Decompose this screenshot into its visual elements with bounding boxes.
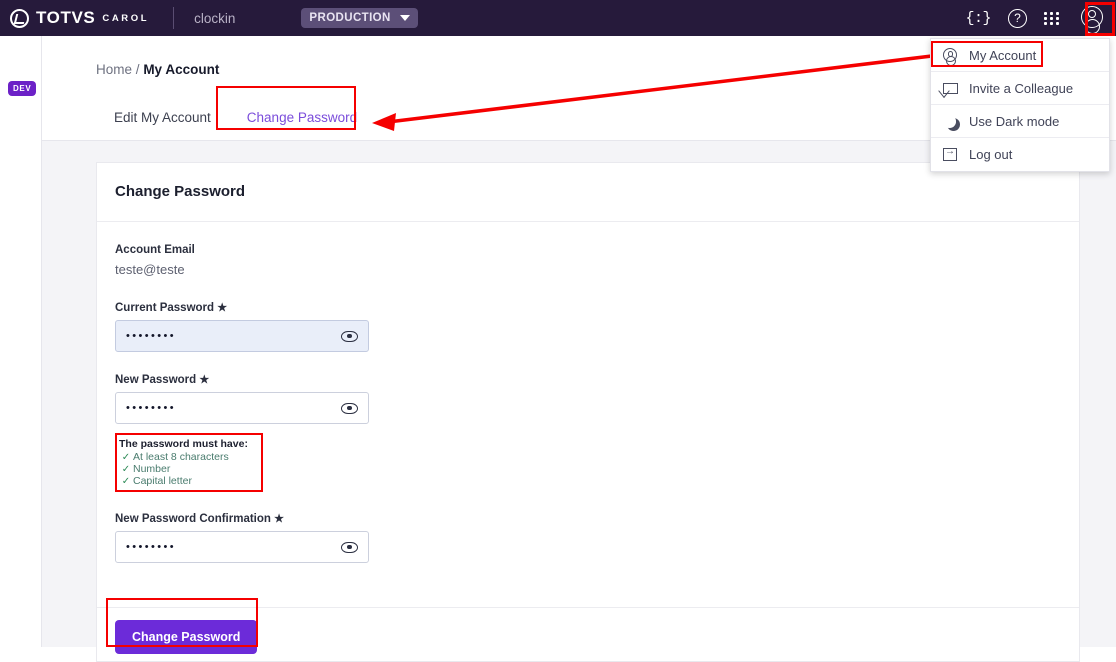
account-email-value: teste@teste bbox=[115, 262, 185, 277]
toggle-password-visibility-icon[interactable] bbox=[341, 402, 358, 414]
card-body: Account Email teste@teste Current Passwo… bbox=[97, 222, 1079, 563]
new-password-value: •••••••• bbox=[126, 402, 177, 414]
brand-subname: CAROL bbox=[102, 12, 150, 24]
current-password-label: Current Password ★ bbox=[115, 301, 1079, 314]
dev-environment-badge: DEV bbox=[8, 81, 37, 96]
check-icon: ✓ bbox=[121, 451, 131, 463]
moon-icon bbox=[943, 115, 967, 128]
menu-item-label: Invite a Colleague bbox=[969, 80, 1074, 96]
label-text: New Password bbox=[115, 374, 197, 386]
password-rule-label: At least 8 characters bbox=[133, 451, 229, 463]
label-text: Current Password bbox=[115, 302, 215, 314]
tab-edit-my-account[interactable]: Edit My Account bbox=[96, 96, 229, 139]
current-password-input[interactable]: •••••••• bbox=[115, 320, 369, 352]
password-rule-label: Capital letter bbox=[133, 475, 192, 487]
code-braces-icon[interactable]: {:} bbox=[965, 10, 991, 27]
new-password-confirmation-input[interactable]: •••••••• bbox=[115, 531, 369, 563]
chevron-down-icon bbox=[399, 15, 410, 21]
logout-icon bbox=[943, 146, 967, 161]
menu-item-dark-mode[interactable]: Use Dark mode bbox=[931, 105, 1109, 138]
toggle-password-visibility-icon[interactable] bbox=[341, 541, 358, 553]
help-icon[interactable]: ? bbox=[1008, 8, 1027, 28]
password-rule-label: Number bbox=[133, 463, 171, 475]
breadcrumb: Home / My Account bbox=[96, 62, 219, 77]
new-password-confirmation-value: •••••••• bbox=[126, 541, 177, 553]
new-password-label: New Password ★ bbox=[115, 373, 1079, 386]
label-text: New Password Confirmation bbox=[115, 513, 271, 525]
check-icon: ✓ bbox=[121, 463, 131, 475]
annotation-box-change-password-tab bbox=[216, 86, 356, 130]
account-email-label: Account Email bbox=[115, 244, 195, 256]
password-rule-item: ✓ Number bbox=[119, 463, 257, 475]
toggle-password-visibility-icon[interactable] bbox=[341, 330, 358, 342]
left-sidebar: DEV bbox=[0, 36, 42, 647]
new-password-confirmation-label: New Password Confirmation ★ bbox=[115, 512, 1079, 525]
envelope-icon bbox=[943, 82, 967, 94]
check-icon: ✓ bbox=[121, 475, 131, 487]
app-name-label: clockin bbox=[194, 10, 236, 26]
header-divider bbox=[173, 7, 175, 29]
password-requirements: The password must have: ✓ At least 8 cha… bbox=[115, 433, 263, 492]
required-star-icon: ★ bbox=[274, 513, 284, 525]
brand-name: TOTVS bbox=[36, 8, 96, 27]
password-rule-item: ✓ At least 8 characters bbox=[119, 451, 257, 463]
environment-selector[interactable]: PRODUCTION bbox=[301, 8, 418, 28]
password-rule-item: ✓ Capital letter bbox=[119, 475, 257, 487]
annotation-box-submit-button bbox=[106, 598, 258, 647]
change-password-card: Change Password Account Email teste@test… bbox=[96, 162, 1080, 662]
breadcrumb-parent[interactable]: Home bbox=[96, 62, 132, 77]
password-requirements-title: The password must have: bbox=[119, 438, 248, 450]
required-star-icon: ★ bbox=[217, 302, 228, 314]
annotation-box-avatar bbox=[1085, 2, 1115, 36]
environment-label: PRODUCTION bbox=[309, 12, 391, 24]
apps-grid-icon[interactable] bbox=[1044, 11, 1060, 25]
menu-item-invite-colleague[interactable]: Invite a Colleague bbox=[931, 72, 1109, 105]
brand-logo[interactable]: TOTVS CAROL bbox=[0, 8, 149, 28]
totvs-logo-icon bbox=[10, 8, 29, 28]
breadcrumb-current: My Account bbox=[143, 62, 220, 77]
current-password-value: •••••••• bbox=[126, 330, 177, 342]
new-password-input[interactable]: •••••••• bbox=[115, 392, 369, 424]
menu-item-label: Log out bbox=[969, 147, 1013, 162]
menu-item-label: Use Dark mode bbox=[969, 113, 1060, 129]
top-header-bar: TOTVS CAROL clockin PRODUCTION {:} ? bbox=[0, 0, 1116, 40]
breadcrumb-separator: / bbox=[135, 62, 140, 77]
annotation-box-my-account-item bbox=[931, 41, 1043, 67]
required-star-icon: ★ bbox=[199, 374, 210, 386]
menu-item-log-out[interactable]: Log out bbox=[931, 138, 1109, 171]
